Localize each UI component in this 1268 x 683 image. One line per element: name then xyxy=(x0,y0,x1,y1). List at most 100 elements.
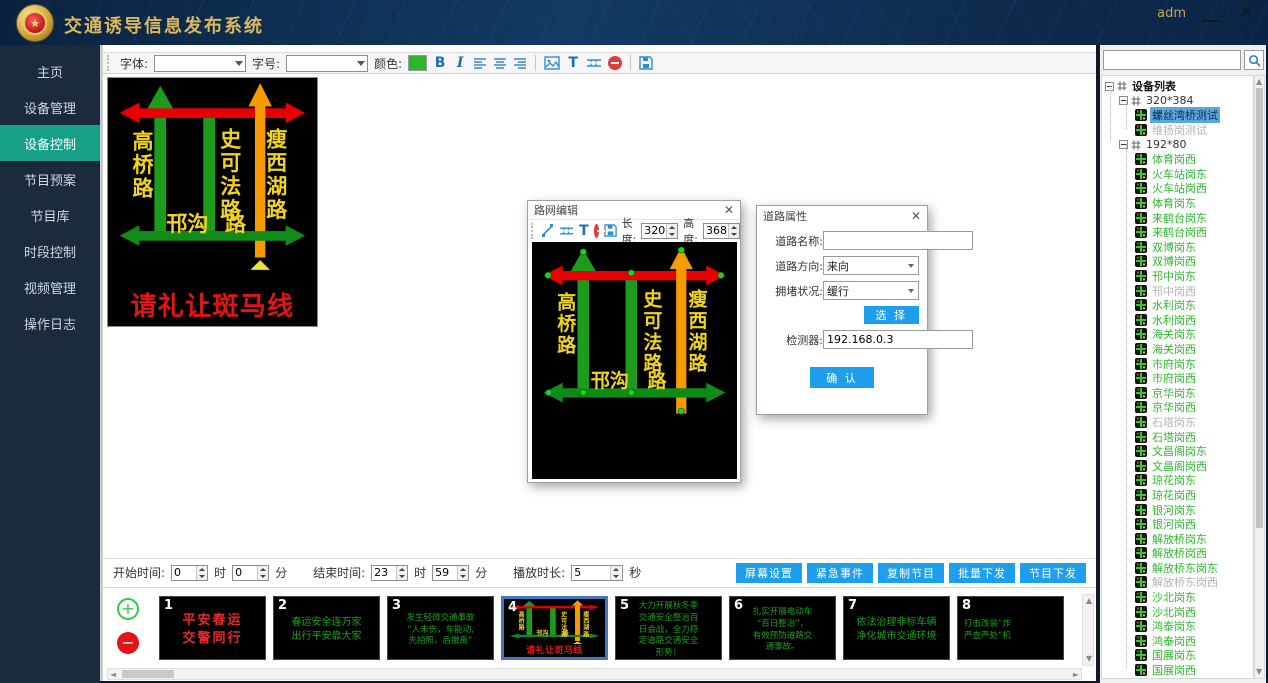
end-hour-input[interactable] xyxy=(372,566,396,580)
start-minute-input[interactable] xyxy=(233,566,257,580)
length-input[interactable] xyxy=(642,224,666,238)
sidebar-item[interactable]: 时段控制 xyxy=(0,233,100,269)
device-tree-node[interactable]: 沙北岗东 xyxy=(1102,590,1253,605)
device-tree-node[interactable]: 体育岗东 xyxy=(1102,196,1253,211)
spin-up[interactable] xyxy=(458,566,468,573)
delete-icon[interactable] xyxy=(608,56,622,70)
device-tree-node[interactable]: 海关岗西 xyxy=(1102,342,1253,357)
bold-button[interactable]: B xyxy=(433,55,447,71)
program-list-vertical-scrollbar[interactable]: ▲ ▼ xyxy=(1082,594,1094,666)
device-tree-node[interactable]: 邗中岗东 xyxy=(1102,269,1253,284)
scrollbar-thumb[interactable] xyxy=(1256,88,1263,528)
device-tree-node[interactable]: 琼花岗西 xyxy=(1102,488,1253,503)
duration-input[interactable] xyxy=(572,566,610,580)
action-button[interactable]: 屏幕设置 xyxy=(736,563,802,583)
device-tree-node[interactable]: 银河岗东 xyxy=(1102,502,1253,517)
device-tree-node[interactable]: 市府岗西 xyxy=(1102,371,1253,386)
program-list-horizontal-scrollbar[interactable]: ◄ ► xyxy=(107,668,1082,680)
device-tree-node[interactable]: 螺丝湾桥测试 xyxy=(1102,108,1253,123)
device-tree-node[interactable]: 来鹤台岗东 xyxy=(1102,210,1253,225)
spin-up[interactable] xyxy=(667,224,677,231)
device-tree-node[interactable]: 京华岗东 xyxy=(1102,385,1253,400)
action-button[interactable]: 紧急事件 xyxy=(807,563,873,583)
sidebar-item[interactable]: 设备控制 xyxy=(0,125,100,161)
device-search-input[interactable] xyxy=(1103,50,1241,70)
device-tree-node[interactable]: 解放桥岗东 xyxy=(1102,531,1253,546)
device-tree-node[interactable]: 维扬岗测试 xyxy=(1102,123,1253,138)
spin-down[interactable] xyxy=(197,573,207,580)
spin-up[interactable] xyxy=(729,224,739,231)
confirm-button[interactable]: 确 认 xyxy=(810,367,874,388)
add-program-button[interactable]: + xyxy=(117,598,139,620)
sidebar-item[interactable]: 设备管理 xyxy=(0,89,100,125)
device-tree-node[interactable]: 海关岗东 xyxy=(1102,327,1253,342)
device-tree-node[interactable]: 鸿泰岗东 xyxy=(1102,619,1253,634)
action-button[interactable]: 复制节目 xyxy=(878,563,944,583)
save-icon[interactable] xyxy=(604,224,617,237)
road-direction-select[interactable]: 来向 xyxy=(823,256,919,275)
device-tree-node[interactable]: 文昌阁岗东 xyxy=(1102,444,1253,459)
align-center-icon[interactable] xyxy=(493,57,507,69)
font-size-select[interactable] xyxy=(286,55,368,72)
program-thumbnail-1[interactable]: 1 平安春运交警同行 xyxy=(159,596,266,660)
program-thumbnail-3[interactable]: 3 发生轻微交通事故“人未伤，车能动,先拍照，后撤离” xyxy=(387,596,494,660)
device-tree-node[interactable]: 沙北岗西 xyxy=(1102,604,1253,619)
insert-image-icon[interactable] xyxy=(544,56,560,70)
sidebar-item[interactable]: 主页 xyxy=(0,53,100,89)
close-icon[interactable]: ✕ xyxy=(911,209,921,223)
save-icon[interactable] xyxy=(639,56,653,70)
sidebar-item[interactable]: 节目库 xyxy=(0,197,100,233)
program-thumbnail-5[interactable]: 5 大力开展秋冬季交通安全整治百日会战，全力稳定道路交通安全形势！ xyxy=(615,596,722,660)
device-tree-node[interactable]: 银河岗西 xyxy=(1102,517,1253,532)
spin-down[interactable] xyxy=(667,231,677,238)
road-tool-icon[interactable] xyxy=(559,225,574,237)
road-name-input[interactable] xyxy=(823,231,973,250)
action-button[interactable]: 节目下发 xyxy=(1020,563,1086,583)
minimize-icon[interactable] xyxy=(1202,8,1220,22)
close-icon[interactable]: ✕ xyxy=(724,203,734,217)
start-hour-input[interactable] xyxy=(172,566,196,580)
program-thumbnail-2[interactable]: 2 春运安全连万家出行平安靠大家 xyxy=(273,596,380,660)
congestion-select[interactable]: 缓行 xyxy=(823,281,919,300)
scrollbar-thumb[interactable] xyxy=(122,670,174,678)
spin-down[interactable] xyxy=(258,573,268,580)
spin-down[interactable] xyxy=(458,573,468,580)
spin-up[interactable] xyxy=(397,566,407,573)
device-tree-node[interactable]: 解放桥东岗西 xyxy=(1102,575,1253,590)
color-swatch[interactable] xyxy=(408,55,427,71)
device-tree-node[interactable]: 石塔岗东 xyxy=(1102,415,1253,430)
program-thumbnail-4[interactable]: 高桥路 史可法路 瘦西湖路 邗沟 路 请礼让斑马线 4 xyxy=(501,596,608,660)
spin-down[interactable] xyxy=(397,573,407,580)
delete-icon[interactable] xyxy=(594,224,599,238)
device-tree-node[interactable]: 双博岗东 xyxy=(1102,240,1253,255)
road-tool-icon[interactable] xyxy=(586,57,602,69)
height-input[interactable] xyxy=(704,224,728,238)
device-tree-node[interactable]: 水利岗东 xyxy=(1102,298,1253,313)
sidebar-item[interactable]: 节目预案 xyxy=(0,161,100,197)
device-tree-node[interactable]: 320*384 xyxy=(1102,94,1253,109)
device-tree-node[interactable]: 国展岗东 xyxy=(1102,648,1253,663)
device-tree-node[interactable]: 解放桥岗西 xyxy=(1102,546,1253,561)
device-tree-scrollbar[interactable]: ▲ ▼ xyxy=(1254,75,1265,679)
device-tree-node[interactable]: 市府岗东 xyxy=(1102,356,1253,371)
device-tree-node[interactable]: 火车站岗东 xyxy=(1102,167,1253,182)
spin-up[interactable] xyxy=(611,566,621,573)
spin-down[interactable] xyxy=(611,573,621,580)
device-tree-node[interactable]: 文昌阁岗西 xyxy=(1102,458,1253,473)
device-tree-node[interactable]: 解放桥东岗东 xyxy=(1102,561,1253,576)
device-tree-node[interactable]: 火车站岗西 xyxy=(1102,181,1253,196)
align-right-icon[interactable] xyxy=(513,57,527,69)
program-thumbnail-8[interactable]: 8 打击改装“炸严查严处“机 xyxy=(957,596,1064,660)
font-select[interactable] xyxy=(154,55,246,72)
close-icon[interactable]: ✕ xyxy=(1240,2,1254,22)
device-tree-node[interactable]: 192*80 xyxy=(1102,137,1253,152)
action-button[interactable]: 批量下发 xyxy=(949,563,1015,583)
device-tree-node[interactable]: 国展岗西 xyxy=(1102,663,1253,678)
remove-program-button[interactable]: − xyxy=(117,632,139,654)
spin-up[interactable] xyxy=(197,566,207,573)
select-button[interactable]: 选 择 xyxy=(864,306,920,324)
editor-canvas[interactable]: 高桥路 史可法路 瘦西湖路 邗沟 路 请礼让斑马线 xyxy=(532,242,737,479)
device-tree-node[interactable]: 来鹤台岗西 xyxy=(1102,225,1253,240)
toolbar-grip[interactable] xyxy=(531,223,534,239)
program-thumbnail-6[interactable]: 6 扎实开展电动车“百日整治”，有效预防道路交通事故。 xyxy=(729,596,836,660)
